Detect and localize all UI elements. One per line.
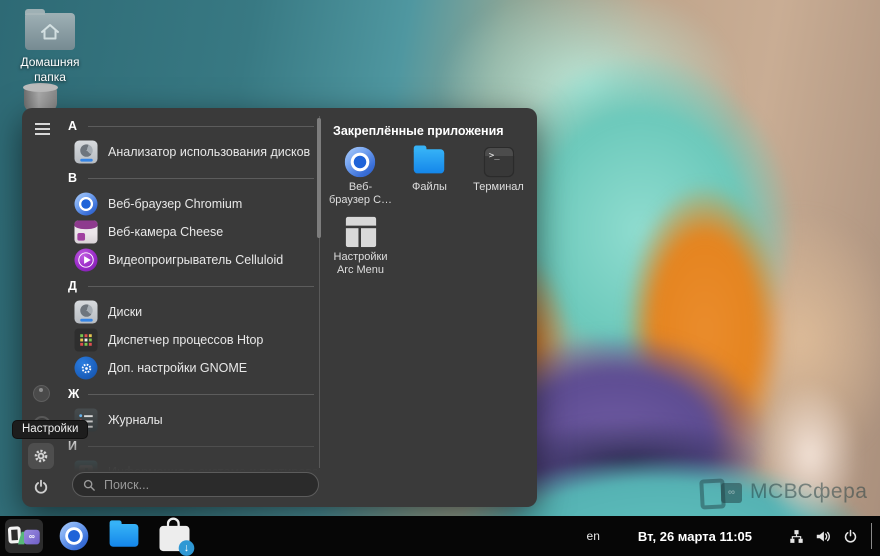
pinned-app-label: Настройки Arc Menu: [333, 251, 388, 276]
gear-icon: [34, 449, 48, 463]
taskbar-apps: ∞: [0, 517, 194, 556]
app-item-label: Журналы: [108, 413, 163, 427]
brand-watermark: ∞ МСВСфера: [699, 477, 868, 510]
disks-icon: [74, 300, 98, 324]
desktop: ∞ МСВСфера Домашняя папка А Анализатор и…: [0, 0, 880, 556]
app-item[interactable]: Веб-браузер Chromium: [62, 190, 320, 218]
keyboard-layout-indicator[interactable]: en: [587, 529, 600, 543]
app-item[interactable]: Веб-камера Cheese: [62, 218, 320, 246]
app-item-label: Доп. настройки GNOME: [108, 361, 248, 375]
pinned-app-label: Веб-браузер C…: [328, 181, 393, 206]
pinned-apps-title: Закреплённые приложения: [333, 124, 504, 138]
settings-tooltip: Настройки: [12, 420, 89, 439]
app-menu: А Анализатор использования дисков В Веб-бра…: [22, 108, 537, 507]
section-header: А: [62, 114, 320, 138]
chromium-icon: [345, 146, 376, 178]
app-list: А Анализатор использования дисков В Веб-бра…: [62, 114, 320, 474]
section-letter: Д: [68, 279, 77, 293]
app-item[interactable]: Журналы: [62, 406, 320, 434]
search-input[interactable]: [102, 476, 308, 493]
pinned-app-label: Файлы: [412, 181, 447, 193]
scrollbar-thumb[interactable]: [317, 118, 321, 238]
brand-watermark-text: МСВСфера: [750, 480, 868, 503]
pinned-app[interactable]: >_ Терминал: [473, 146, 524, 207]
app-item-label: Диспетчер процессов Htop: [108, 333, 264, 347]
files-icon: [109, 520, 139, 551]
pinned-app-icon-box: >_: [483, 146, 514, 178]
pinned-app-icon-box: [414, 145, 445, 177]
section-header: Ж: [62, 382, 320, 406]
section-divider: [88, 285, 314, 287]
clock[interactable]: Вт, 26 марта 11:05: [638, 529, 752, 544]
pinned-app[interactable]: Файлы: [412, 145, 447, 207]
power-icon[interactable]: [842, 528, 858, 544]
app-item[interactable]: Диски: [62, 298, 320, 326]
section-letter: И: [68, 439, 77, 453]
cheese-icon: [74, 220, 98, 244]
pinned-apps-panel: Закреплённые приложения Веб-браузер C… Фа…: [326, 108, 537, 507]
pinned-app[interactable]: Настройки Arc Menu: [333, 216, 388, 277]
home-folder-icon: [25, 9, 75, 50]
app-item-label: Веб-браузер Chromium: [108, 197, 243, 211]
htop-icon: [74, 328, 98, 352]
chromium-icon: [74, 192, 98, 216]
app-item[interactable]: Доп. настройки GNOME: [62, 354, 320, 382]
store-icon: [159, 517, 194, 556]
section-divider: [88, 445, 314, 447]
taskbar-app-chromium[interactable]: [55, 519, 93, 553]
section-divider: [88, 177, 314, 179]
section-letter: А: [68, 119, 78, 133]
section-letter: Ж: [68, 387, 80, 401]
app-item-label: Диски: [108, 305, 143, 319]
search-icon: [83, 479, 95, 491]
search-bar: [72, 472, 319, 497]
section-header: Д: [62, 274, 320, 298]
house-glyph-icon: [41, 23, 59, 39]
section-header: И: [62, 434, 320, 458]
network-icon[interactable]: [788, 528, 804, 544]
show-desktop-button[interactable]: [872, 516, 880, 556]
chromium-icon: [59, 521, 89, 551]
volume-icon[interactable]: [815, 528, 831, 544]
taskbar: ∞ en Вт, 26 марта 11:05: [0, 516, 880, 556]
taskbar-app-store[interactable]: [155, 517, 194, 556]
terminal-icon: >_: [483, 146, 514, 178]
section-header: В: [62, 166, 320, 190]
pinned-app-label: Терминал: [473, 181, 524, 193]
pinned-app[interactable]: Веб-браузер C…: [328, 146, 393, 207]
arcmenu-icon: [345, 216, 376, 248]
app-item-label: Видеопроигрыватель Celluloid: [108, 253, 284, 267]
brand-logo-icon: ∞: [699, 477, 742, 510]
app-item[interactable]: Видеопроигрыватель Celluloid: [62, 246, 320, 274]
app-item-label: Анализатор использования дисков: [108, 145, 311, 159]
tweaks-icon: [74, 356, 98, 380]
power-button[interactable]: [32, 478, 49, 495]
menu-sidebar: [22, 108, 62, 507]
settings-button[interactable]: [28, 443, 54, 469]
mos-icon: ∞: [7, 523, 40, 548]
celluloid-icon: [74, 248, 98, 272]
pinned-app-icon-box: [345, 216, 376, 248]
taskbar-app-files[interactable]: [105, 519, 143, 553]
pinned-app-icon-box: [345, 146, 376, 178]
files-icon: [414, 145, 445, 177]
desktop-icon-label: Домашняя папка: [20, 55, 80, 84]
desktop-icon-home[interactable]: Домашняя папка: [8, 9, 92, 85]
app-item[interactable]: Анализатор использования дисков: [62, 138, 320, 166]
baobab-icon: [74, 140, 98, 164]
hamburger-icon[interactable]: [35, 123, 50, 135]
app-item[interactable]: Диспетчер процессов Htop: [62, 326, 320, 354]
power-icon: [34, 479, 47, 494]
taskbar-app-mos[interactable]: ∞: [5, 519, 43, 553]
taskbar-tray: en Вт, 26 марта 11:05: [587, 516, 880, 556]
section-letter: В: [68, 171, 78, 185]
app-item-label: Веб-камера Cheese: [108, 225, 224, 239]
pinned-apps-grid: Веб-браузер C… Файлы >_ Терминал Настройки Ar…: [326, 145, 537, 277]
section-divider: [88, 125, 314, 127]
section-divider: [88, 393, 314, 395]
avatar-icon[interactable]: [33, 385, 50, 402]
